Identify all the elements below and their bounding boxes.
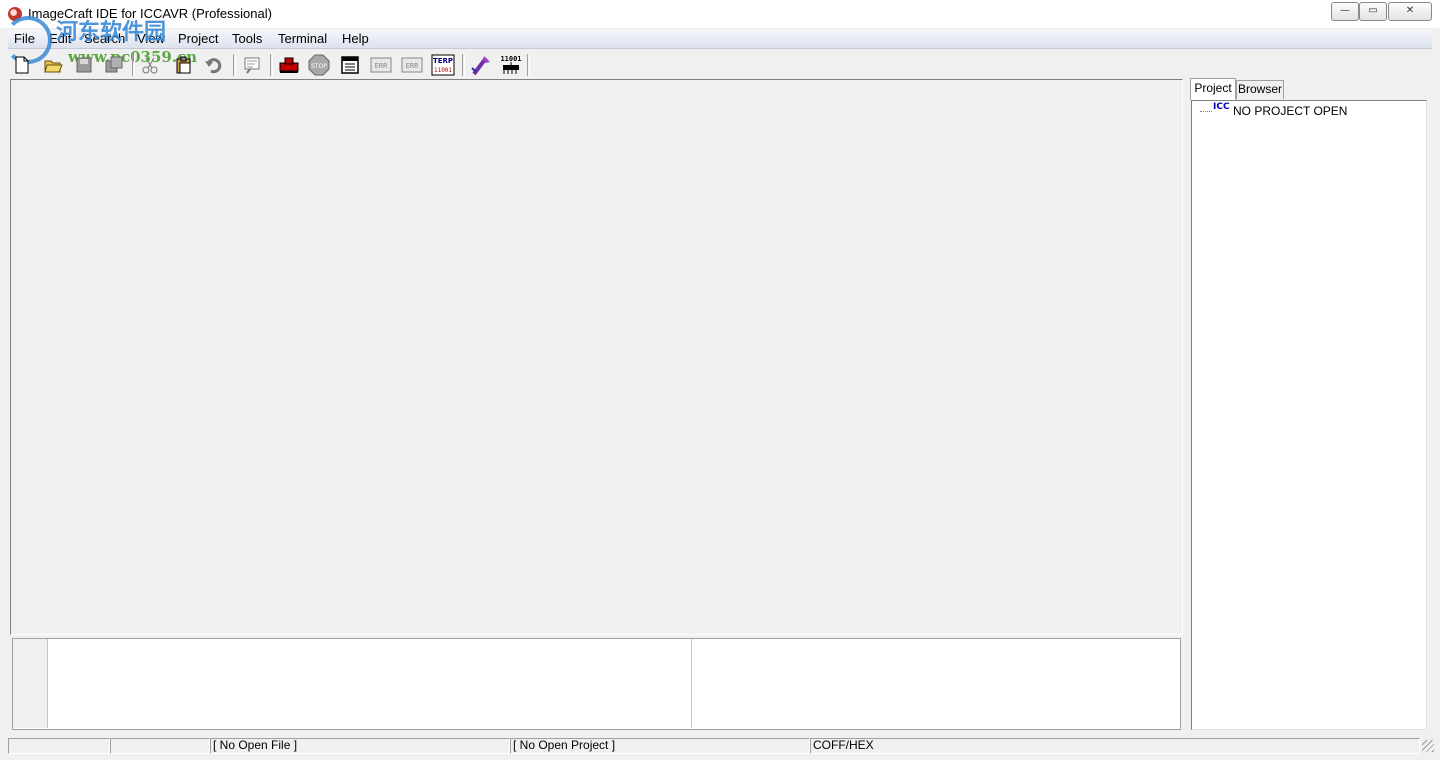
toolbar-separator xyxy=(462,54,465,76)
status-open-file: [ No Open File ] xyxy=(210,738,510,754)
prev-error-label: ERR xyxy=(375,62,388,70)
find-icon[interactable] xyxy=(240,53,264,77)
output-divider[interactable] xyxy=(691,639,692,728)
minimize-button[interactable]: — xyxy=(1331,2,1359,21)
stop-icon[interactable]: STOP xyxy=(307,53,331,77)
output-gutter xyxy=(13,639,48,728)
tree-connector xyxy=(1200,111,1212,112)
status-output-format: COFF/HEX xyxy=(810,738,1420,754)
open-folder-icon[interactable] xyxy=(41,53,65,77)
toolbar-separator xyxy=(270,54,273,76)
toolbar-separator xyxy=(132,54,135,76)
save-icon[interactable] xyxy=(72,53,96,77)
save-all-icon[interactable] xyxy=(102,53,126,77)
editor-area[interactable] xyxy=(10,79,1183,635)
menu-project[interactable]: Project xyxy=(178,31,218,46)
tab-project[interactable]: Project xyxy=(1190,78,1236,100)
terminal-label: TERP xyxy=(433,57,453,65)
next-error-icon[interactable]: ERR xyxy=(400,53,424,77)
terminal-icon[interactable]: TERP 11001 xyxy=(431,53,455,77)
project-tree[interactable] xyxy=(1191,100,1427,730)
tree-item-label[interactable]: NO PROJECT OPEN xyxy=(1233,104,1347,118)
menu-terminal[interactable]: Terminal xyxy=(278,31,327,46)
icc-project-icon: ICC xyxy=(1213,102,1230,112)
cut-icon[interactable] xyxy=(138,53,162,77)
undo-icon[interactable] xyxy=(202,53,226,77)
stop-label: STOP xyxy=(311,63,327,70)
next-error-label: ERR xyxy=(406,62,419,70)
toolbar-separator xyxy=(527,54,530,76)
chip-programmer-icon[interactable]: 11001 xyxy=(499,53,523,77)
tab-browser[interactable]: Browser xyxy=(1236,80,1284,99)
menu-help[interactable]: Help xyxy=(342,31,369,46)
terminal-binary-label: 11001 xyxy=(434,67,452,74)
toolbar-separator xyxy=(233,54,236,76)
menu-bar xyxy=(8,30,1432,49)
status-pane-2 xyxy=(110,738,210,754)
output-pane[interactable] xyxy=(12,638,1181,730)
maximize-button[interactable]: ▭ xyxy=(1359,2,1387,21)
status-pane-1 xyxy=(8,738,110,754)
watermark-text: 河东软件园 xyxy=(56,19,167,45)
programmer-binary-label: 11001 xyxy=(500,55,521,63)
resize-grip[interactable] xyxy=(1422,740,1434,752)
status-open-project: [ No Open Project ] xyxy=(510,738,810,754)
close-button[interactable]: ✕ xyxy=(1388,2,1432,21)
options-icon[interactable] xyxy=(338,53,362,77)
paste-icon[interactable] xyxy=(172,53,196,77)
prev-error-icon[interactable]: ERR xyxy=(369,53,393,77)
new-file-icon[interactable] xyxy=(10,53,34,77)
wizard-icon[interactable] xyxy=(469,53,493,77)
menu-tools[interactable]: Tools xyxy=(232,31,262,46)
build-icon[interactable] xyxy=(277,53,301,77)
